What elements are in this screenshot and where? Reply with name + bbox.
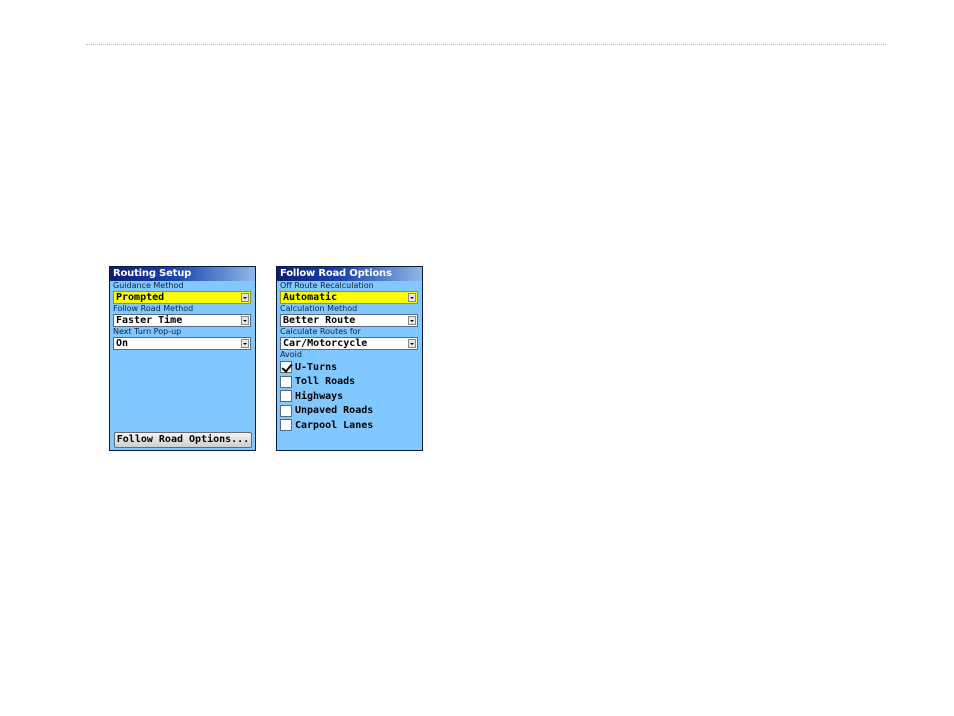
page-divider [86, 44, 886, 45]
checkbox-checked-icon[interactable] [280, 361, 292, 374]
avoid-label: Avoid [280, 350, 302, 359]
checkbox-icon[interactable] [280, 419, 292, 432]
checkbox-icon[interactable] [280, 404, 292, 417]
off-route-recalc-dropdown[interactable]: Automatic [280, 291, 418, 304]
follow-road-method-value: Faster Time [116, 315, 183, 326]
next-turn-popup-dropdown[interactable]: On [113, 337, 251, 350]
follow-road-options-title: Follow Road Options [277, 267, 422, 281]
dropdown-arrow-icon[interactable] [408, 339, 416, 348]
avoid-item-label: Toll Roads [295, 376, 356, 388]
avoid-item-label: Carpool Lanes [295, 419, 374, 431]
avoid-item-label: Highways [295, 390, 344, 402]
avoid-carpool-lanes-row[interactable]: Carpool Lanes [277, 418, 422, 433]
calculation-method-dropdown[interactable]: Better Route [280, 314, 418, 327]
calculate-routes-for-dropdown[interactable]: Car/Motorcycle [280, 337, 418, 350]
dropdown-arrow-icon[interactable] [241, 293, 249, 302]
dropdown-arrow-icon[interactable] [241, 316, 249, 325]
calculation-method-label: Calculation Method [280, 304, 358, 313]
avoid-unpaved-roads-row[interactable]: Unpaved Roads [277, 404, 422, 419]
follow-road-options-screen: Follow Road Options Off Route Recalculat… [276, 266, 423, 451]
guidance-method-label: Guidance Method [113, 281, 184, 290]
avoid-item-label: Unpaved Roads [295, 405, 374, 417]
avoid-toll-roads-row[interactable]: Toll Roads [277, 375, 422, 390]
avoid-u-turns-row[interactable]: U-Turns [277, 360, 422, 375]
follow-road-options-button[interactable]: Follow Road Options... [114, 432, 252, 448]
routing-setup-screen: Routing Setup Guidance Method Prompted F… [109, 266, 256, 451]
guidance-method-value: Prompted [116, 292, 165, 303]
avoid-item-label: U-Turns [295, 361, 338, 373]
calculate-routes-for-label: Calculate Routes for [280, 327, 361, 336]
next-turn-popup-value: On [116, 338, 129, 349]
avoid-highways-row[interactable]: Highways [277, 389, 422, 404]
dropdown-arrow-icon[interactable] [408, 293, 416, 302]
calculation-method-value: Better Route [283, 315, 356, 326]
dropdown-arrow-icon[interactable] [241, 339, 249, 348]
guidance-method-dropdown[interactable]: Prompted [113, 291, 251, 304]
checkbox-icon[interactable] [280, 375, 292, 388]
dropdown-arrow-icon[interactable] [408, 316, 416, 325]
follow-road-method-label: Follow Road Method [113, 304, 194, 313]
calculate-routes-for-value: Car/Motorcycle [283, 338, 368, 349]
routing-setup-title: Routing Setup [110, 267, 255, 281]
checkbox-icon[interactable] [280, 390, 292, 403]
off-route-recalc-value: Automatic [283, 292, 338, 303]
follow-road-method-dropdown[interactable]: Faster Time [113, 314, 251, 327]
next-turn-popup-label: Next Turn Pop-up [113, 327, 182, 336]
off-route-recalc-label: Off Route Recalculation [280, 281, 374, 290]
